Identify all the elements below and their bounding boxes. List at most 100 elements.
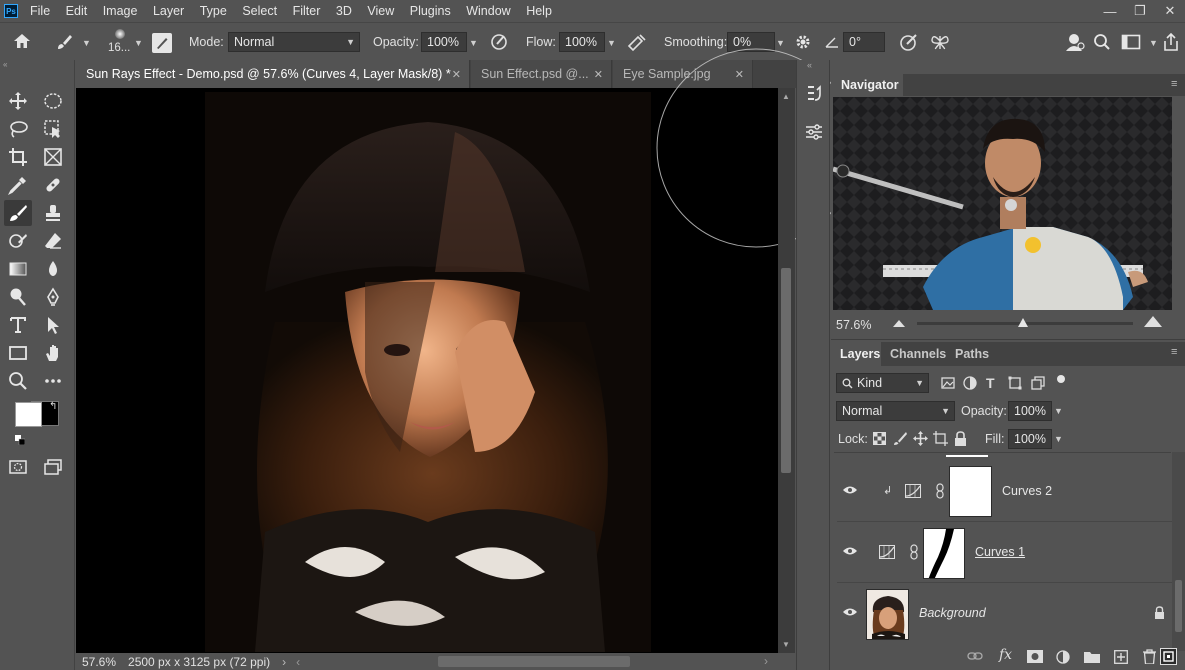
mask-link-chain-icon[interactable] xyxy=(936,483,944,499)
scroll-right-icon[interactable]: › xyxy=(764,654,768,668)
chevron-down-icon[interactable]: ▼ xyxy=(1149,38,1158,48)
filter-pixel-icon[interactable] xyxy=(941,376,955,390)
navigator-zoom-value[interactable]: 57.6% xyxy=(836,318,871,332)
chevron-down-icon[interactable]: ▼ xyxy=(82,38,91,48)
quick-mask-icon[interactable] xyxy=(4,454,32,480)
layer-locked-icon[interactable] xyxy=(1154,606,1165,619)
menu-3d[interactable]: 3D xyxy=(336,4,352,18)
menu-filter[interactable]: Filter xyxy=(293,4,321,18)
panel-options-corner-icon[interactable] xyxy=(1160,648,1177,665)
share-user-icon[interactable] xyxy=(1064,32,1086,52)
layer-filter-kind-select[interactable]: Kind ▼ xyxy=(836,373,929,393)
brush-size-picker[interactable]: 16... xyxy=(108,29,136,57)
search-icon[interactable] xyxy=(1093,33,1111,51)
eyedropper-tool-icon[interactable] xyxy=(4,172,32,198)
zoom-out-mountain-icon[interactable] xyxy=(893,319,905,327)
collapse-panel-icon[interactable]: « xyxy=(807,60,812,70)
tab-sun-effect[interactable]: Sun Effect.psd @... ✕ xyxy=(471,60,612,88)
rectangle-tool-icon[interactable] xyxy=(4,340,32,366)
menu-file[interactable]: File xyxy=(30,4,50,18)
menu-window[interactable]: Window xyxy=(466,4,510,18)
layer-mask-thumbnail[interactable] xyxy=(923,528,965,579)
history-panel-icon[interactable] xyxy=(804,84,824,104)
object-selection-tool-icon[interactable] xyxy=(39,116,67,142)
chevron-down-icon[interactable]: ▼ xyxy=(1054,406,1063,416)
filter-adjustment-icon[interactable] xyxy=(963,376,977,390)
zoom-slider-track[interactable] xyxy=(917,318,1133,327)
elliptical-marquee-tool-icon[interactable] xyxy=(39,88,67,114)
default-colors-icon[interactable] xyxy=(15,435,25,445)
mode-select[interactable]: Normal ▼ xyxy=(228,32,360,52)
link-layers-icon[interactable] xyxy=(967,651,983,661)
filter-shape-icon[interactable] xyxy=(1008,376,1022,390)
pressure-size-icon[interactable] xyxy=(898,32,920,52)
swap-colors-icon[interactable]: ↰ xyxy=(49,401,57,412)
visibility-eye-icon[interactable] xyxy=(843,546,857,556)
layer-opacity-field[interactable]: 100% xyxy=(1008,401,1052,421)
fill-field[interactable]: 100% xyxy=(1008,429,1052,449)
layer-style-fx-icon[interactable]: fx xyxy=(999,647,1012,663)
menu-plugins[interactable]: Plugins xyxy=(410,4,451,18)
menu-type[interactable]: Type xyxy=(200,4,227,18)
hand-tool-icon[interactable] xyxy=(39,340,67,366)
adjustments-panel-icon[interactable] xyxy=(804,122,824,142)
foreground-color-swatch[interactable] xyxy=(15,402,42,427)
tab-channels[interactable]: Channels xyxy=(890,347,946,361)
blur-tool-icon[interactable] xyxy=(39,256,67,282)
chevron-down-icon[interactable]: ▼ xyxy=(469,38,478,48)
panel-menu-icon[interactable]: ≡ xyxy=(1171,78,1177,90)
chevron-down-icon[interactable]: ▼ xyxy=(776,38,785,48)
menu-layer[interactable]: Layer xyxy=(153,4,184,18)
pen-tool-icon[interactable] xyxy=(39,284,67,310)
collapse-panel-icon[interactable]: « xyxy=(0,60,75,69)
scroll-down-icon[interactable]: ▼ xyxy=(782,640,790,649)
lock-position-icon[interactable] xyxy=(913,431,928,446)
lock-all-icon[interactable] xyxy=(954,431,967,446)
scroll-up-icon[interactable]: ▲ xyxy=(782,92,790,101)
brush-tool-icon[interactable] xyxy=(4,200,32,226)
type-tool-icon[interactable] xyxy=(4,312,32,338)
screen-mode-icon[interactable] xyxy=(39,454,67,480)
menu-image[interactable]: Image xyxy=(103,4,138,18)
workspace-layout-icon[interactable] xyxy=(1121,33,1141,51)
status-menu-arrow-icon[interactable]: › xyxy=(282,655,286,669)
brush-tool-preset-icon[interactable] xyxy=(55,33,73,51)
menu-edit[interactable]: Edit xyxy=(66,4,88,18)
new-group-folder-icon[interactable] xyxy=(1084,650,1100,663)
filter-toggle-icon[interactable] xyxy=(1057,375,1065,383)
layer-name[interactable]: Curves 1 xyxy=(975,545,1025,559)
layer-row-background[interactable]: Background xyxy=(837,584,1174,644)
clone-stamp-tool-icon[interactable] xyxy=(39,200,67,226)
visibility-eye-icon[interactable] xyxy=(843,485,857,495)
layer-mask-thumbnail[interactable] xyxy=(949,466,992,517)
zoom-tool-icon[interactable] xyxy=(4,368,32,394)
chevron-down-icon[interactable]: ▼ xyxy=(1054,434,1063,444)
vertical-scrollbar[interactable]: ▲ ▼ xyxy=(778,88,795,653)
mask-link-chain-icon[interactable] xyxy=(910,544,918,560)
scroll-thumb[interactable] xyxy=(781,268,791,473)
layer-thumbnail[interactable] xyxy=(866,589,909,640)
pressure-opacity-icon[interactable] xyxy=(489,32,509,52)
new-adjustment-layer-icon[interactable] xyxy=(1056,650,1070,664)
panel-menu-icon[interactable]: ≡ xyxy=(1171,346,1177,358)
chevron-down-icon[interactable]: ▼ xyxy=(134,38,143,48)
close-icon[interactable]: ✕ xyxy=(594,68,603,81)
filter-smart-object-icon[interactable] xyxy=(1031,376,1045,390)
tab-sun-rays-effect-demo[interactable]: Sun Rays Effect - Demo.psd @ 57.6% (Curv… xyxy=(76,60,470,88)
horizontal-scroll-thumb[interactable] xyxy=(438,656,630,667)
spot-healing-brush-tool-icon[interactable] xyxy=(39,172,67,198)
menu-view[interactable]: View xyxy=(367,4,394,18)
add-mask-icon[interactable] xyxy=(1027,650,1043,663)
close-icon[interactable]: ✕ xyxy=(452,68,461,81)
status-zoom[interactable]: 57.6% xyxy=(82,655,116,669)
canvas-area[interactable] xyxy=(76,48,856,653)
layer-row-curves-2[interactable]: ↲ Curves 2 xyxy=(837,462,1174,522)
scroll-left-icon[interactable]: ‹ xyxy=(296,655,300,669)
layer-name[interactable]: Curves 2 xyxy=(1002,484,1052,498)
opacity-field[interactable]: 100% xyxy=(421,32,467,52)
minimize-button[interactable]: — xyxy=(1095,0,1125,22)
more-tools-icon[interactable] xyxy=(39,368,67,394)
brush-settings-panel-icon[interactable] xyxy=(152,33,172,53)
frame-tool-icon[interactable] xyxy=(39,144,67,170)
lock-transparent-pixels-icon[interactable] xyxy=(873,432,886,445)
